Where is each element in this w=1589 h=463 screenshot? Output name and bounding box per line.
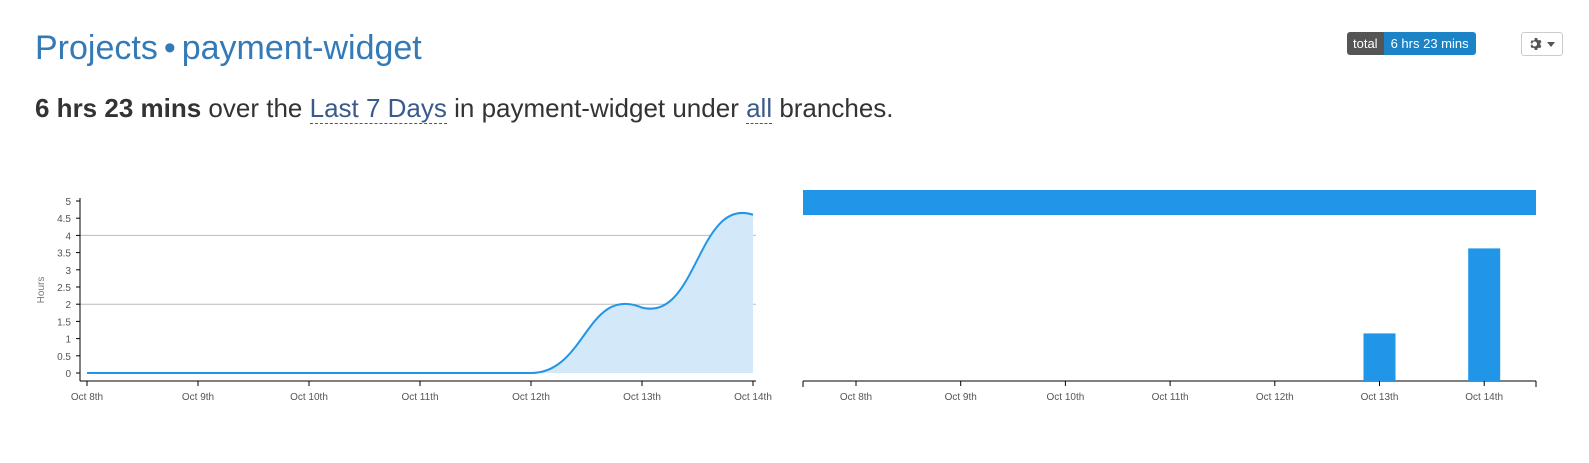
y-tick-label: 4.5 (57, 214, 71, 225)
x-tick-label: Oct 11th (1152, 392, 1189, 403)
y-tick-label: 1.5 (57, 317, 71, 328)
summary-text-3: branches. (772, 93, 894, 123)
legend-bar (803, 190, 1536, 215)
y-axis-label: Hours (36, 277, 47, 304)
y-tick-label: 2 (65, 300, 71, 311)
x-tick-label: Oct 9th (945, 392, 977, 403)
y-tick-label: 3.5 (57, 249, 71, 260)
y-tick-label: 0 (65, 369, 71, 380)
gear-icon (1530, 38, 1542, 50)
y-tick-label: 4 (65, 231, 71, 242)
x-tick-label: Oct 13th (623, 392, 661, 403)
total-badge-label: total (1347, 32, 1384, 55)
series-area (87, 212, 753, 373)
x-tick-label: Oct 13th (1361, 392, 1399, 403)
y-tick-label: 5 (65, 197, 71, 208)
x-tick-label: Oct 10th (1046, 392, 1084, 403)
summary-text-2: in payment-widget under (446, 93, 747, 123)
bar (1363, 333, 1396, 381)
chevron-down-icon (1547, 41, 1555, 47)
daily-bar-chart: Oct 8th Oct 9th Oct 10th Oct 11th Oct 12th Oc… (802, 190, 1537, 403)
x-tick-label: Oct 8th (71, 392, 103, 403)
x-tick-label: Oct 10th (290, 392, 328, 403)
summary-text: 6 hrs 23 mins over the Last 7 Days in pa… (35, 90, 894, 126)
summary-total: 6 hrs 23 mins (35, 93, 202, 123)
projects-link[interactable]: Projects (35, 29, 158, 67)
y-tick-label: 3 (65, 266, 71, 277)
x-tick-label: Oct 12th (1256, 392, 1294, 403)
y-tick-label: 2.5 (57, 283, 71, 294)
x-tick-label: Oct 12th (512, 392, 550, 403)
x-tick-label: Oct 14th (1465, 392, 1503, 403)
breadcrumb-separator: • (163, 29, 176, 67)
bar (1468, 248, 1501, 381)
x-tick-label: Oct 8th (840, 392, 872, 403)
x-tick-label: Oct 9th (182, 392, 214, 403)
summary-text-1: over the (201, 93, 310, 123)
y-tick-label: 0.5 (57, 352, 71, 363)
branches-dropdown[interactable]: all (746, 93, 773, 124)
project-name-link[interactable]: payment-widget (182, 29, 422, 67)
total-badge: total 6 hrs 23 mins (1347, 32, 1476, 55)
hours-line-chart: 0 0.5 1 1.5 2 2.5 3 3.5 4 4.5 5 Hours Oct 8th Oct 9th… (36, 197, 772, 403)
total-badge-value: 6 hrs 23 mins (1383, 32, 1476, 55)
x-tick-label: Oct 11th (401, 392, 438, 403)
y-tick-label: 1 (65, 335, 71, 346)
page-title: Projects • payment-widget (35, 28, 422, 72)
settings-button[interactable] (1521, 32, 1563, 56)
x-tick-label: Oct 14th (734, 392, 772, 403)
date-range-dropdown[interactable]: Last 7 Days (309, 93, 447, 124)
